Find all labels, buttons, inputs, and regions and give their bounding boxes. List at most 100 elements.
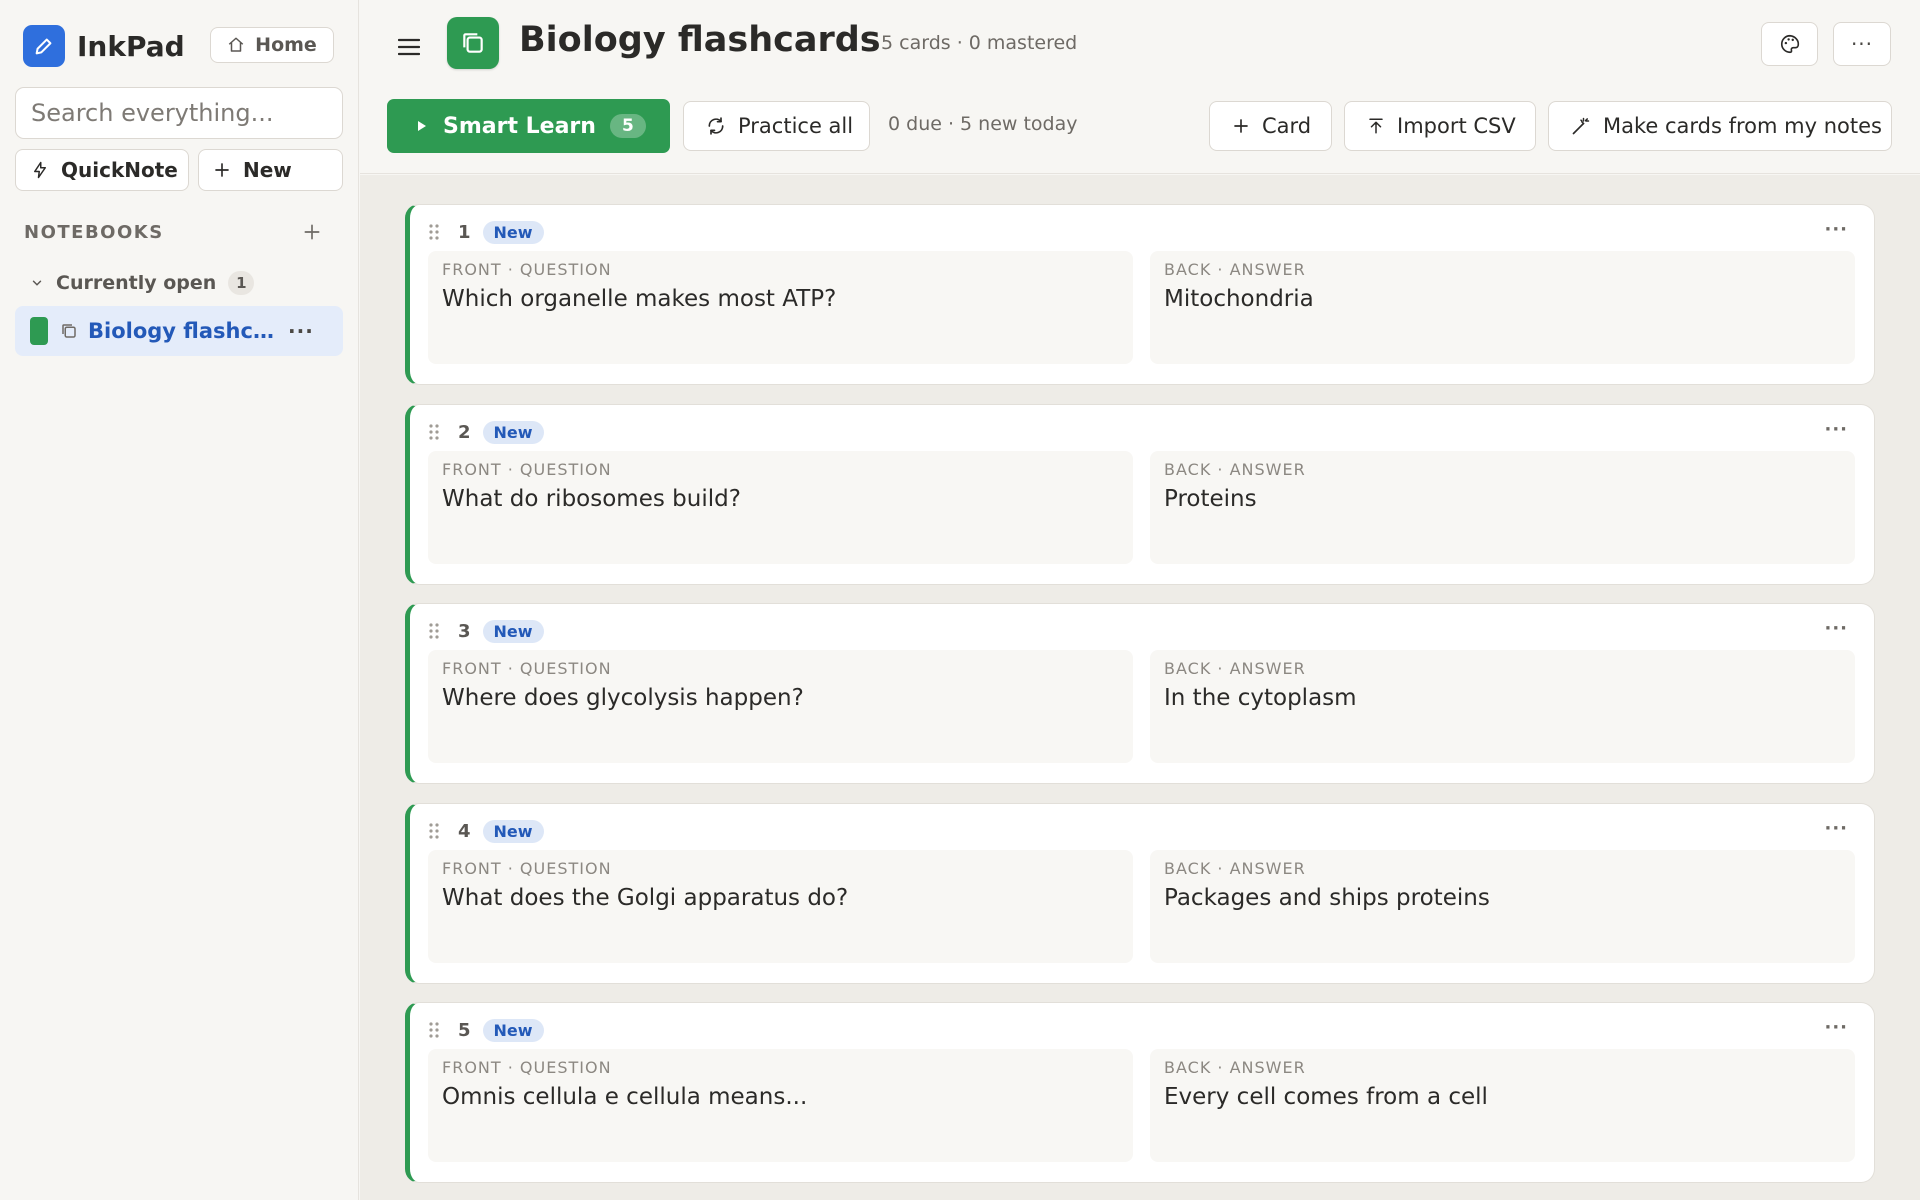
back-text: Proteins <box>1164 486 1257 512</box>
deck-stats: 5 cards · 0 mastered <box>881 32 1078 54</box>
due-summary: 0 due · 5 new today <box>888 113 1078 135</box>
card-back[interactable]: BACK · ANSWER Every cell comes from a ce… <box>1150 1049 1855 1162</box>
card-front[interactable]: FRONT · QUESTION Which organelle makes m… <box>428 251 1133 364</box>
card-number: 2 <box>458 421 471 443</box>
notebooks-heading: NOTEBOOKS <box>24 222 164 243</box>
pencil-icon <box>23 25 65 67</box>
card-back[interactable]: BACK · ANSWER Packages and ships protein… <box>1150 850 1855 963</box>
smart-learn-label: Smart Learn <box>443 113 596 139</box>
practice-all-label: Practice all <box>738 114 854 138</box>
status-badge: New <box>482 420 544 444</box>
drag-handle-icon[interactable] <box>428 622 440 640</box>
group-label: Currently open <box>56 272 217 294</box>
make-cards-button[interactable]: Make cards from my notes <box>1548 101 1892 151</box>
flashcard[interactable]: 5 New ··· FRONT · QUESTION Omnis cellula… <box>405 1002 1875 1183</box>
back-text: In the cytoplasm <box>1164 685 1357 711</box>
card-header: 3 New <box>428 618 544 644</box>
drag-handle-icon[interactable] <box>428 822 440 840</box>
app-name: InkPad <box>77 29 185 63</box>
back-text: Every cell comes from a cell <box>1164 1084 1488 1110</box>
flashcard[interactable]: 1 New ··· FRONT · QUESTION Which organel… <box>405 204 1875 385</box>
smart-learn-count-badge: 5 <box>609 114 646 138</box>
back-text: Mitochondria <box>1164 286 1314 312</box>
front-label: FRONT · QUESTION <box>442 859 612 878</box>
front-text: Omnis cellula e cellula means... <box>442 1084 808 1110</box>
practice-all-button[interactable]: Practice all <box>683 101 870 151</box>
group-currently-open[interactable]: Currently open 1 <box>30 271 255 295</box>
new-label: New <box>243 158 292 182</box>
smart-learn-button[interactable]: Smart Learn 5 <box>387 99 670 153</box>
front-label: FRONT · QUESTION <box>442 1058 612 1077</box>
refresh-icon <box>706 116 726 136</box>
more-options-button[interactable]: ··· <box>1833 22 1891 66</box>
home-label: Home <box>255 34 317 56</box>
magic-wand-icon <box>1571 116 1591 136</box>
card-number: 5 <box>458 1019 471 1041</box>
status-badge: New <box>482 1018 544 1042</box>
status-badge: New <box>482 220 544 244</box>
page-title: Biology flashcards <box>519 20 881 60</box>
flashcard[interactable]: 3 New ··· FRONT · QUESTION Where does gl… <box>405 603 1875 784</box>
quicknote-label: QuickNote <box>61 158 178 182</box>
deck-cards-icon <box>447 17 499 69</box>
import-csv-label: Import CSV <box>1397 114 1516 138</box>
card-back[interactable]: BACK · ANSWER Mitochondria <box>1150 251 1855 364</box>
back-label: BACK · ANSWER <box>1164 460 1306 479</box>
card-header: 1 New <box>428 219 544 245</box>
card-header: 2 New <box>428 419 544 445</box>
notebook-more-button[interactable]: ··· <box>288 319 314 343</box>
front-text: What does the Golgi apparatus do? <box>442 885 849 911</box>
front-text: Which organelle makes most ATP? <box>442 286 837 312</box>
plus-icon <box>1232 117 1250 135</box>
card-more-button[interactable]: ··· <box>1824 219 1848 240</box>
front-text: Where does glycolysis happen? <box>442 685 804 711</box>
card-front[interactable]: FRONT · QUESTION What do ribosomes build… <box>428 451 1133 564</box>
drag-handle-icon[interactable] <box>428 1021 440 1039</box>
home-button[interactable]: Home <box>210 27 334 63</box>
card-front[interactable]: FRONT · QUESTION What does the Golgi app… <box>428 850 1133 963</box>
add-card-label: Card <box>1262 114 1312 138</box>
card-front[interactable]: FRONT · QUESTION Where does glycolysis h… <box>428 650 1133 763</box>
back-label: BACK · ANSWER <box>1164 260 1306 279</box>
sidebar: InkPad Home QuickNote New NOTEBOOKS Curr… <box>0 0 359 1200</box>
import-csv-button[interactable]: Import CSV <box>1344 101 1536 151</box>
drag-handle-icon[interactable] <box>428 223 440 241</box>
card-back[interactable]: BACK · ANSWER In the cytoplasm <box>1150 650 1855 763</box>
flashcard[interactable]: 2 New ··· FRONT · QUESTION What do ribos… <box>405 404 1875 585</box>
card-front[interactable]: FRONT · QUESTION Omnis cellula e cellula… <box>428 1049 1133 1162</box>
front-text: What do ribosomes build? <box>442 486 741 512</box>
drag-handle-icon[interactable] <box>428 423 440 441</box>
card-back[interactable]: BACK · ANSWER Proteins <box>1150 451 1855 564</box>
home-icon <box>227 36 245 54</box>
card-number: 4 <box>458 820 471 842</box>
front-label: FRONT · QUESTION <box>442 659 612 678</box>
sidebar-item-biology-flashcards[interactable]: Biology flashcards ··· <box>15 306 343 356</box>
brand[interactable]: InkPad <box>23 25 185 67</box>
status-badge: New <box>482 619 544 643</box>
add-notebook-button[interactable] <box>298 218 326 246</box>
hamburger-icon[interactable] <box>394 32 424 62</box>
palette-icon <box>1779 33 1801 55</box>
front-label: FRONT · QUESTION <box>442 260 612 279</box>
search-input[interactable] <box>15 87 343 139</box>
palette-button[interactable] <box>1761 22 1818 66</box>
front-label: FRONT · QUESTION <box>442 460 612 479</box>
add-card-button[interactable]: Card <box>1209 101 1332 151</box>
card-header: 5 New <box>428 1017 544 1043</box>
upload-icon <box>1367 116 1385 136</box>
card-more-button[interactable]: ··· <box>1824 419 1848 440</box>
card-more-button[interactable]: ··· <box>1824 618 1848 639</box>
status-badge: New <box>482 819 544 843</box>
bolt-icon <box>31 160 49 180</box>
flashcard[interactable]: 4 New ··· FRONT · QUESTION What does the… <box>405 803 1875 984</box>
back-text: Packages and ships proteins <box>1164 885 1490 911</box>
card-more-button[interactable]: ··· <box>1824 1017 1848 1038</box>
card-number: 3 <box>458 620 471 642</box>
make-cards-label: Make cards from my notes <box>1603 114 1882 138</box>
new-button[interactable]: New <box>198 149 343 191</box>
notebook-color-swatch <box>30 317 48 345</box>
cards-icon <box>60 322 78 340</box>
card-number: 1 <box>458 221 471 243</box>
card-more-button[interactable]: ··· <box>1824 818 1848 839</box>
quicknote-button[interactable]: QuickNote <box>15 149 189 191</box>
